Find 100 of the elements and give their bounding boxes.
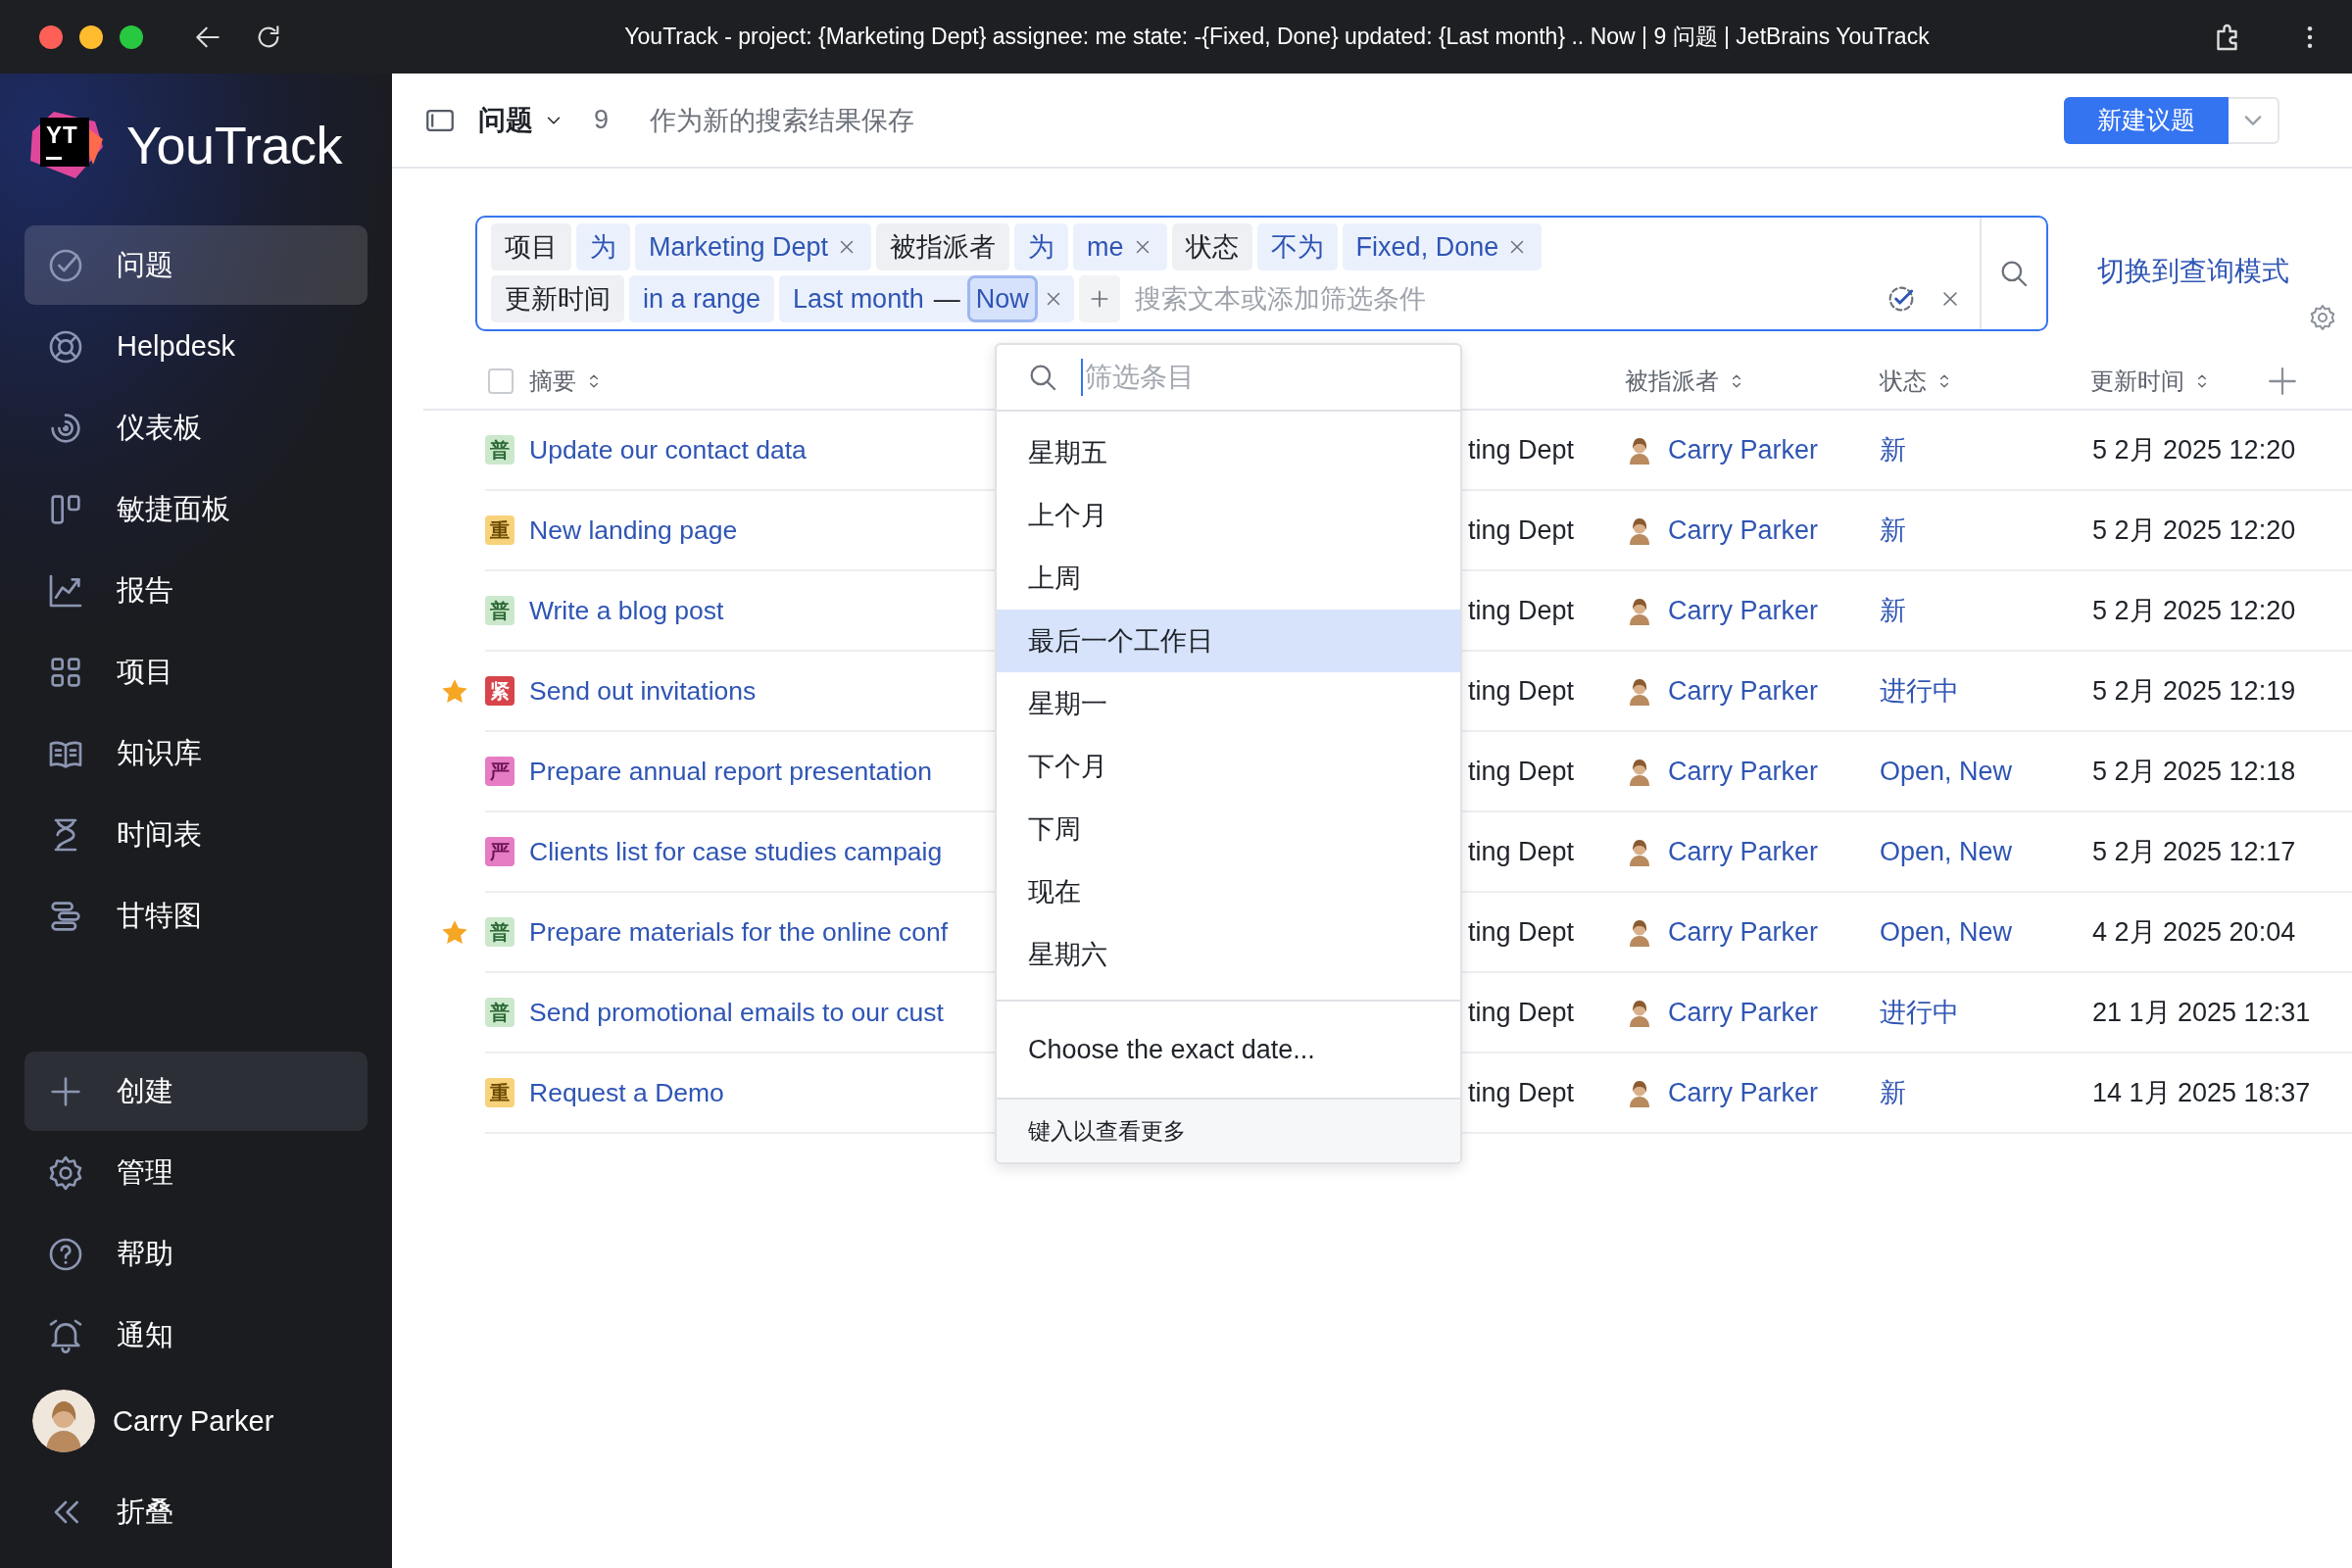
filter-field-chip[interactable]: 更新时间 [491, 275, 624, 322]
priority-tag[interactable]: 普 [485, 998, 514, 1027]
assignee-link[interactable]: Carry Parker [1668, 675, 1819, 707]
filter-operator-chip[interactable]: in a range [629, 275, 775, 322]
menu-item[interactable]: 星期一 [997, 672, 1460, 735]
issue-summary-link[interactable]: Write a blog post [529, 595, 995, 626]
state-link[interactable]: Open, New [1880, 756, 2073, 787]
column-header[interactable]: 被指派者 [1625, 366, 1862, 397]
nav-item[interactable]: 通知 [24, 1296, 368, 1375]
priority-tag[interactable]: 普 [485, 596, 514, 625]
updated-date: 21 1月 2025 12:31 [2092, 997, 2312, 1029]
filter-value-chip[interactable]: Fixed, Done [1342, 223, 1543, 270]
column-header[interactable]: 摘要 [529, 366, 995, 397]
nav-item[interactable]: 时间表 [24, 795, 368, 874]
filter-operator-chip[interactable]: 为 [576, 223, 630, 270]
issue-summary-link[interactable]: Request a Demo [529, 1077, 995, 1108]
issues-title-dropdown[interactable]: 问题 [478, 101, 564, 139]
menu-item[interactable]: 下周 [997, 798, 1460, 860]
filter-field-chip[interactable]: 项目 [491, 223, 571, 270]
chevron-down-icon [2244, 115, 2262, 125]
priority-tag[interactable]: 普 [485, 435, 514, 465]
menu-item[interactable]: 最后一个工作日 [997, 610, 1460, 672]
filter-value-chip[interactable]: me [1073, 223, 1167, 270]
close-window-button[interactable] [39, 24, 63, 49]
assignee-link[interactable]: Carry Parker [1668, 916, 1819, 948]
issue-summary-link[interactable]: Update our contact data [529, 434, 995, 466]
nav-item[interactable]: Helpdesk [24, 307, 368, 386]
menu-item[interactable]: 现在 [997, 860, 1460, 923]
state-link[interactable]: 进行中 [1880, 673, 2073, 709]
updated-date: 5 2月 2025 12:20 [2092, 595, 2297, 627]
minimize-window-button[interactable] [79, 24, 103, 49]
create-button[interactable]: 创建 [24, 1052, 368, 1131]
new-issue-button[interactable]: 新建议题 [2064, 96, 2229, 144]
state-link[interactable]: Open, New [1880, 916, 2073, 948]
nav-item[interactable]: 敏捷面板 [24, 469, 368, 549]
assignee-link[interactable]: Carry Parker [1668, 1077, 1819, 1108]
menu-item[interactable]: 下个月 [997, 735, 1460, 798]
issue-count: 9 [594, 105, 610, 135]
range-end-value[interactable]: Now [969, 278, 1035, 319]
project-cell-text: ting Dept [1468, 756, 1576, 787]
add-column-icon[interactable] [2266, 365, 2299, 398]
range-start-value[interactable]: Last month [793, 283, 924, 315]
priority-tag[interactable]: 严 [485, 757, 514, 786]
nav-item[interactable]: 问题 [24, 225, 368, 305]
issue-summary-link[interactable]: Prepare annual report presentation [529, 756, 995, 787]
priority-tag[interactable]: 重 [485, 1078, 514, 1107]
issue-summary-link[interactable]: Send promotional emails to our cust [529, 997, 995, 1028]
menu-item[interactable]: 星期五 [997, 421, 1460, 484]
issue-summary-link[interactable]: Prepare materials for the online conf [529, 916, 995, 948]
assignee-link[interactable]: Carry Parker [1668, 514, 1819, 546]
filter-operator-chip[interactable]: 为 [1014, 223, 1069, 270]
nav-item[interactable]: 管理 [24, 1133, 368, 1212]
nav-item[interactable]: 知识库 [24, 713, 368, 793]
nav-item[interactable]: 报告 [24, 551, 368, 630]
issue-summary-link[interactable]: Send out invitations [529, 675, 995, 707]
project-cell-text: ting Dept [1468, 1077, 1576, 1108]
avatar[interactable] [32, 1390, 95, 1452]
menu-hint: 键入以查看更多 [997, 1098, 1460, 1162]
query-mode-link[interactable]: 切换到查询模式 [2097, 253, 2289, 290]
priority-tag[interactable]: 紧 [485, 676, 514, 706]
select-all-checkbox[interactable] [488, 368, 514, 394]
filter-field-chip[interactable]: 被指派者 [876, 223, 1010, 270]
assignee-link[interactable]: Carry Parker [1668, 756, 1819, 787]
state-link[interactable]: 新 [1880, 1075, 2073, 1110]
user-name[interactable]: Carry Parker [113, 1404, 274, 1438]
issue-summary-link[interactable]: New landing page [529, 514, 995, 546]
menu-item[interactable]: 上个月 [997, 484, 1460, 547]
menu-item[interactable]: 星期六 [997, 923, 1460, 986]
assignee-link[interactable]: Carry Parker [1668, 434, 1819, 466]
range-dash: — [933, 283, 960, 315]
state-link[interactable]: Open, New [1880, 836, 2073, 867]
column-header[interactable]: 状态 [1880, 366, 2073, 397]
menu-item[interactable]: 上周 [997, 547, 1460, 610]
issue-summary-link[interactable]: Clients list for case studies campaig [529, 836, 995, 867]
nav-item[interactable]: 甘特图 [24, 876, 368, 956]
assignee-link[interactable]: Carry Parker [1668, 595, 1819, 626]
filter-value-chip[interactable]: Marketing Dept [635, 223, 872, 270]
priority-tag[interactable]: 严 [485, 837, 514, 866]
save-search-link[interactable]: 作为新的搜索结果保存 [650, 102, 915, 138]
nav-item[interactable]: 项目 [24, 632, 368, 711]
updated-date: 4 2月 2025 20:04 [2092, 916, 2297, 949]
updated-date: 5 2月 2025 12:20 [2092, 514, 2297, 547]
priority-tag[interactable]: 重 [485, 515, 514, 545]
nav-item[interactable]: 帮助 [24, 1214, 368, 1294]
state-link[interactable]: 新 [1880, 593, 2073, 628]
collapse-button[interactable]: 折叠 [24, 1465, 368, 1558]
logo-text: YouTrack [126, 115, 343, 175]
priority-tag[interactable]: 普 [485, 917, 514, 947]
state-link[interactable]: 新 [1880, 513, 2073, 548]
filter-field-chip[interactable]: 状态 [1171, 223, 1252, 270]
state-link[interactable]: 新 [1880, 432, 2073, 467]
assignee-link[interactable]: Carry Parker [1668, 836, 1819, 867]
filter-operator-chip[interactable]: 不为 [1256, 223, 1338, 270]
assignee-link[interactable]: Carry Parker [1668, 997, 1819, 1028]
column-header[interactable]: 更新时间 [2090, 366, 2212, 397]
settings-icon[interactable] [2308, 303, 2337, 332]
nav-item[interactable]: 仪表板 [24, 388, 368, 467]
state-link[interactable]: 进行中 [1880, 995, 2073, 1030]
maximize-window-button[interactable] [120, 24, 143, 49]
add-filter-button[interactable] [1078, 275, 1120, 322]
